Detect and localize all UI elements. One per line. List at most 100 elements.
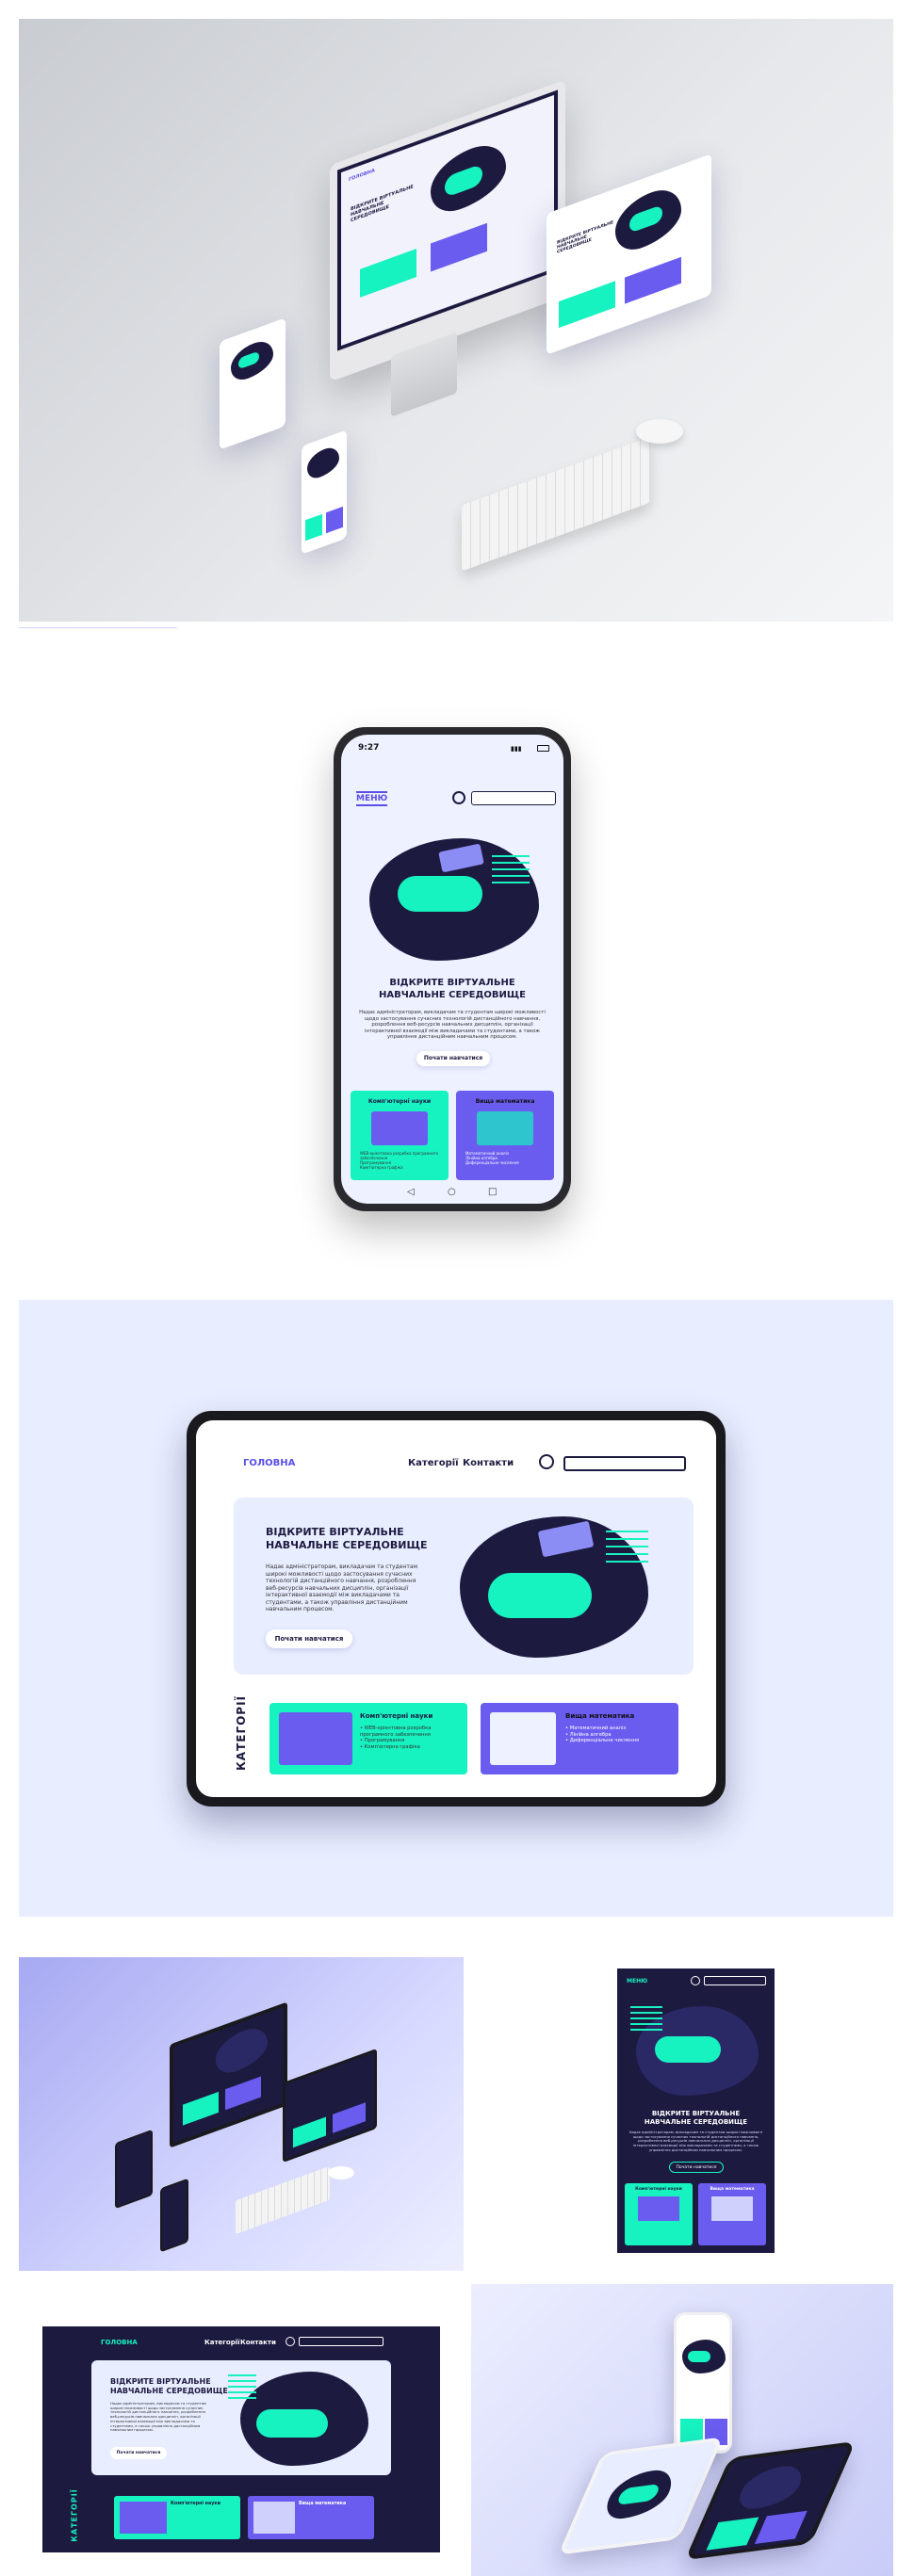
mockup-panel-devices-lavender — [19, 1957, 464, 2271]
category-card-cs-items: • WEB-орієнтовна розробка програмного за… — [360, 1725, 432, 1750]
category-card-math-image — [253, 2502, 295, 2534]
nav-home-link[interactable]: ГОЛОВНА — [101, 2339, 138, 2346]
mockup-panel-tablet: ГОЛОВНА Категорії Контакти ВІДКРИТЕ ВІРТ… — [19, 1300, 893, 1917]
hero-body: Надає адміністраторам, викладачам та сту… — [110, 2401, 206, 2433]
hero-title: ВІДКРИТЕ ВІРТУАЛЬНЕ НАВЧАЛЬНЕ СЕРЕДОВИЩЕ — [110, 2377, 228, 2396]
phone-mockup-dark-left — [115, 2129, 153, 2210]
menu-button[interactable]: МЕНЮ — [627, 1978, 647, 1985]
nav-home-icon[interactable]: ○ — [448, 1187, 456, 1197]
nav-home-link[interactable]: ГОЛОВНА — [243, 1458, 295, 1468]
hero-title: ВІДКРИТЕ ВІРТУАЛЬНЕ НАВЧАЛЬНЕ СЕРЕДОВИЩЕ — [379, 978, 526, 1000]
search-icon[interactable] — [286, 2337, 295, 2346]
category-card-math-title: Вища математика — [565, 1712, 635, 1720]
category-card-math-title: Вища математика — [475, 1098, 535, 1105]
hero-figure — [398, 876, 482, 912]
phone-mockup-standing — [674, 2312, 732, 2454]
category-card-cs[interactable]: Комп'ютерні науки — [114, 2496, 240, 2539]
start-learning-button[interactable]: Почати навчатися — [110, 2447, 167, 2459]
hero-card: ВІДКРИТЕ ВІРТУАЛЬНЕ НАВЧАЛЬНЕ СЕРЕДОВИЩЕ … — [91, 2360, 391, 2475]
start-learning-button[interactable]: Почати навчатися — [416, 1051, 490, 1066]
category-card-cs-image — [120, 2502, 167, 2534]
category-card-math-image — [711, 2196, 753, 2221]
category-card-cs-image — [638, 2196, 679, 2221]
tablet-mockup-dark — [283, 2048, 377, 2163]
mouse-mockup — [328, 2166, 354, 2179]
search-input[interactable] — [704, 1976, 766, 1985]
hero-code-lines — [630, 2006, 662, 2031]
hero-code-lines — [228, 2374, 256, 2399]
categories-heading: КАТЕГОРІЇ — [70, 2488, 79, 2542]
category-card-cs-image — [279, 1712, 352, 1765]
search-input[interactable] — [563, 1456, 686, 1471]
category-card-math-title: Вища математика — [299, 2502, 347, 2506]
nav-categories-link[interactable]: Категорії — [408, 1458, 459, 1468]
nav-recent-icon[interactable]: □ — [488, 1187, 497, 1197]
category-card-cs[interactable]: Комп'ютерні науки • WEB-орієнтовна розро… — [269, 1703, 467, 1774]
phone-mockup-dark-centre — [160, 2178, 188, 2253]
hero-code-lines — [492, 855, 530, 883]
hero-title: ВІДКРИТЕ ВІРТУАЛЬНЕ НАВЧАЛЬНЕ СЕРЕДОВИЩЕ — [266, 1526, 428, 1552]
tablet-right-title: ВІДКРИТЕ ВІРТУАЛЬНЕ НАВЧАЛЬНЕ СЕРЕДОВИЩЕ — [557, 220, 613, 255]
category-card-math-title: Вища математика — [710, 2187, 755, 2192]
search-input[interactable] — [299, 2337, 384, 2346]
category-card-math-image — [477, 1111, 533, 1145]
mockup-panel-devices-grey: ГОЛОВНА ВІДКРИТЕ ВІРТУАЛЬНЕ НАВЧАЛЬНЕ СЕР… — [19, 19, 893, 622]
hero-title: ВІДКРИТЕ ВІРТУАЛЬНЕ НАВЧАЛЬНЕ СЕРЕДОВИЩЕ — [644, 2110, 748, 2126]
phone-screen: 9:27 ▮▮▮ МЕНЮ ВІДКРИТЕ ВІРТУАЛЬНЕ НАВЧАЛЬ… — [341, 735, 563, 1204]
category-card-cs-title: Комп'ютерні науки — [171, 2502, 220, 2506]
category-card-cs-title: Комп'ютерні науки — [367, 1098, 432, 1105]
hero-figure — [256, 2409, 328, 2438]
hero-code-lines — [606, 1531, 648, 1566]
hero-body: Надає адміністраторам, викладачам та сту… — [628, 2130, 763, 2152]
hero-body: Надає адміністраторам, викладачам та сту… — [266, 1563, 418, 1612]
categories-heading: КАТЕГОРІЇ — [235, 1694, 249, 1772]
phone-frame: 9:27 ▮▮▮ МЕНЮ ВІДКРИТЕ ВІРТУАЛЬНЕ НАВЧАЛЬ… — [334, 727, 571, 1211]
tablet-frame: ГОЛОВНА Категорії Контакти ВІДКРИТЕ ВІРТ… — [187, 1411, 726, 1806]
signal-icon: ▮▮▮ — [511, 745, 522, 753]
category-card-cs[interactable]: Комп'ютерні науки — [625, 2183, 693, 2245]
start-learning-button[interactable]: Почати навчатися — [669, 2162, 724, 2173]
phone-mockup-left — [220, 317, 286, 450]
phone-mockup-centre — [302, 429, 347, 555]
category-card-cs[interactable]: Комп'ютерні науки WEB-орієнтовна розробк… — [351, 1091, 449, 1180]
dark-portrait-screen: МЕНЮ ВІДКРИТЕ ВІРТУАЛЬНЕ НАВЧАЛЬНЕ СЕРЕДО… — [617, 1968, 775, 2253]
category-card-cs-image — [371, 1111, 428, 1145]
category-card-math-items: • Математичний аналіз • Лінійна алгебра • … — [565, 1725, 640, 1743]
nav-contacts-link[interactable]: Контакти — [463, 1458, 514, 1468]
search-input[interactable] — [471, 791, 556, 805]
status-time: 9:27 — [358, 743, 380, 753]
hero-body: Надає адміністраторам, викладачам та сту… — [359, 1010, 546, 1041]
mockup-panel-phones-lavender — [471, 2284, 893, 2576]
start-learning-button[interactable]: Почати навчатися — [266, 1629, 352, 1648]
tablet-screen: ГОЛОВНА Категорії Контакти ВІДКРИТЕ ВІРТ… — [196, 1420, 716, 1797]
category-card-math[interactable]: Вища математика — [248, 2496, 374, 2539]
battery-icon — [537, 745, 549, 752]
category-card-cs-items: WEB-орієнтовна розробка програмного забе… — [360, 1151, 439, 1170]
keyboard-mockup — [236, 2165, 330, 2235]
search-icon[interactable] — [452, 791, 465, 804]
monitor-nav-home: ГОЛОВНА — [349, 168, 375, 184]
category-card-cs-title: Комп'ютерні науки — [360, 1712, 433, 1720]
category-card-math-image — [490, 1712, 556, 1765]
hero-figure — [655, 2036, 721, 2063]
dark-desktop-screen: ГОЛОВНА Категорії Контакти ВІДКРИТЕ ВІРТ… — [42, 2326, 440, 2552]
mouse-mockup — [636, 419, 683, 444]
search-icon[interactable] — [539, 1454, 554, 1469]
panel-divider — [19, 627, 177, 628]
category-card-math[interactable]: Вища математика Математичний аналіз Ліній… — [456, 1091, 554, 1180]
search-icon[interactable] — [691, 1976, 700, 1985]
nav-contacts-link[interactable]: Контакти — [240, 2339, 276, 2346]
nav-categories-link[interactable]: Категорії — [204, 2339, 240, 2346]
nav-back-icon[interactable]: ◁ — [407, 1187, 415, 1197]
category-card-math[interactable]: Вища математика — [698, 2183, 766, 2245]
menu-button[interactable]: МЕНЮ — [356, 791, 388, 806]
category-card-math-items: Математичний аналіз Лінійна алгебра Дифере… — [465, 1151, 519, 1165]
category-card-cs-title: Комп'ютерні науки — [635, 2187, 682, 2192]
hero-figure — [488, 1573, 592, 1618]
monitor-hero-title: ВІДКРИТЕ ВІРТУАЛЬНЕ НАВЧАЛЬНЕ СЕРЕДОВИЩЕ — [351, 184, 414, 224]
monitor-mockup-dark — [170, 2001, 287, 2148]
category-card-math[interactable]: Вища математика • Математичний аналіз • Л… — [481, 1703, 678, 1774]
keyboard-mockup — [462, 436, 650, 572]
hero-card: ВІДКРИТЕ ВІРТУАЛЬНЕ НАВЧАЛЬНЕ СЕРЕДОВИЩЕ … — [234, 1498, 694, 1675]
tablet-mockup-right: ВІДКРИТЕ ВІРТУАЛЬНЕ НАВЧАЛЬНЕ СЕРЕДОВИЩЕ — [547, 154, 711, 355]
